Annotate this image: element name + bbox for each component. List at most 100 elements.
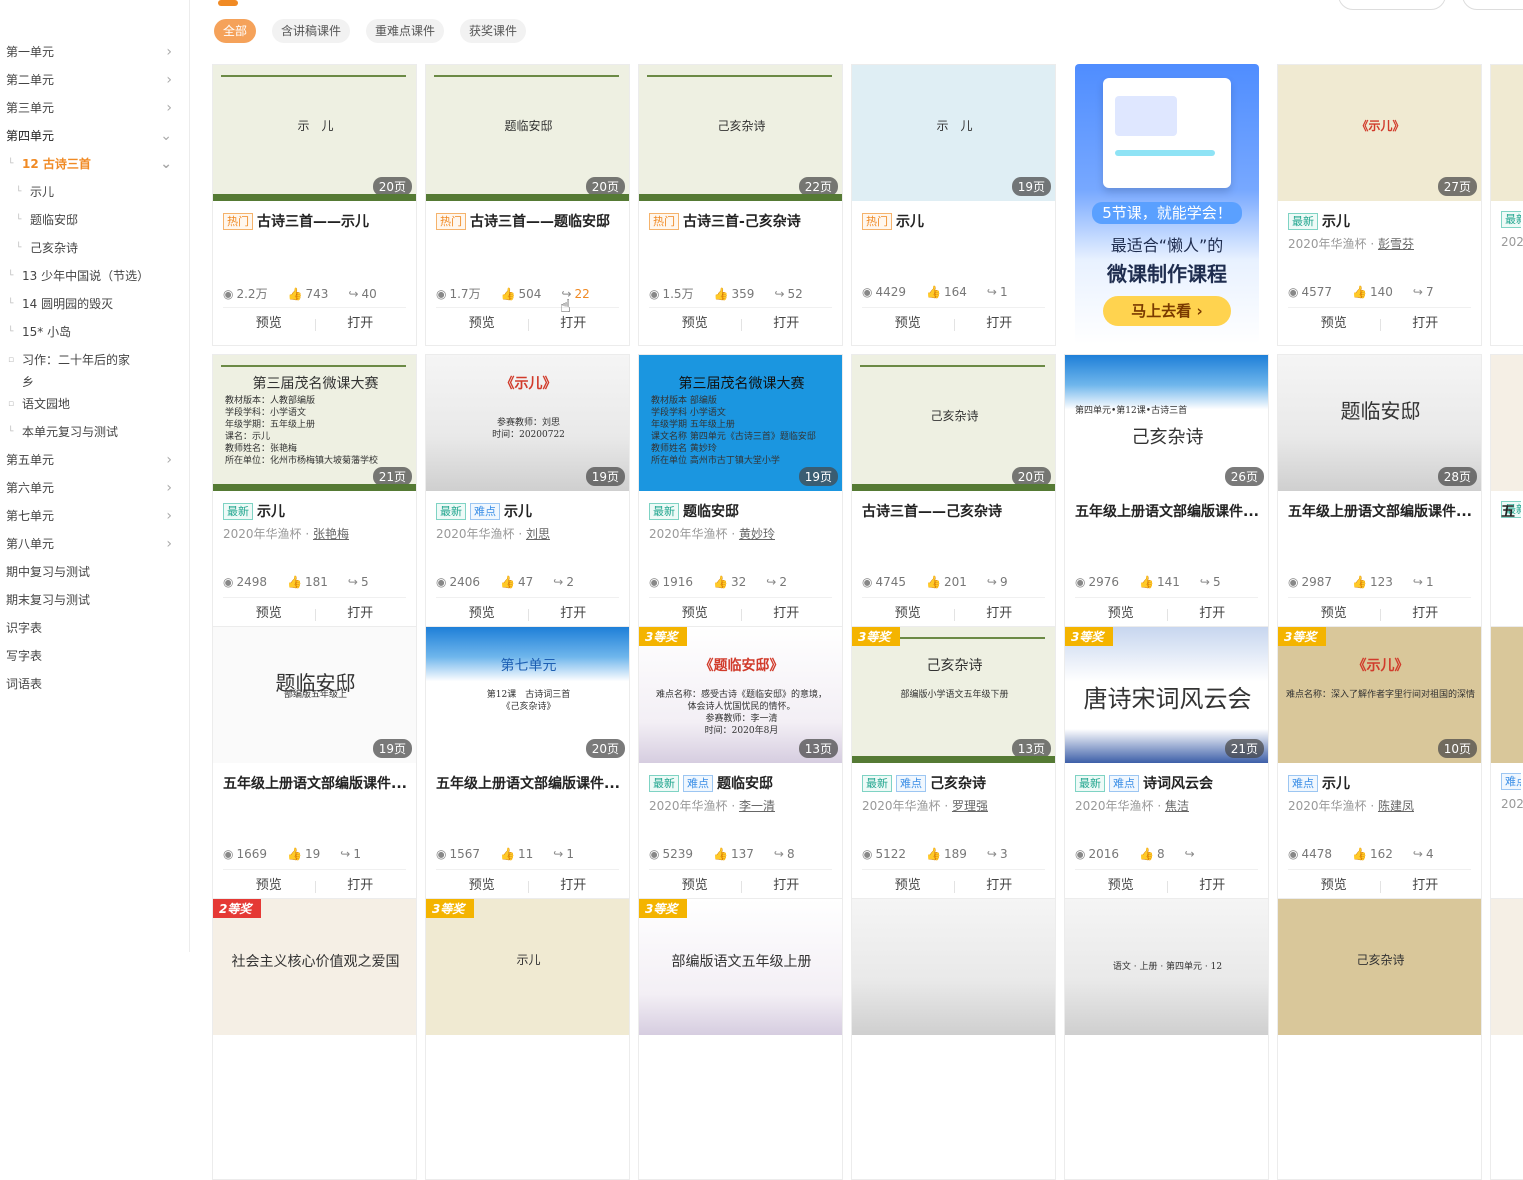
card-thumbnail[interactable]: 语文 · 上册 · 第四单元 · 12 bbox=[1065, 899, 1268, 1035]
card-thumbnail[interactable]: 部编版 bbox=[1491, 899, 1523, 1035]
card-thumbnail[interactable]: 《示儿》 难点名称：深入了解作者字里行间对祖国的深情 3等奖 10页 bbox=[1278, 627, 1481, 763]
author-link[interactable]: 焦洁 bbox=[1165, 799, 1189, 813]
sidebar-item[interactable]: 第三单元 › bbox=[0, 94, 180, 122]
card-title[interactable]: 热门 示儿 bbox=[862, 211, 1047, 231]
sidebar-item[interactable]: └ 12 古诗三首 ⌄ bbox=[0, 150, 180, 178]
card-thumbnail[interactable]: 己亥杂诗 第四单元•第12课•古诗三首 26页 bbox=[1065, 355, 1268, 491]
stat-likes[interactable]: 👍 189 bbox=[926, 847, 977, 861]
stat-likes[interactable]: 👍 8 bbox=[1139, 847, 1175, 861]
stat-likes[interactable]: 👍 201 bbox=[926, 575, 977, 589]
card-thumbnail[interactable]: 示儿 3等奖 bbox=[426, 899, 629, 1035]
stat-shares[interactable]: ↪ 5 bbox=[1200, 575, 1231, 589]
courseware-card[interactable]: 题临安邸 部编版五年级上 19页 五年级上册语文部编版课件... ◉ 1669 👍 19 ↪ 1 预… bbox=[212, 626, 417, 908]
card-title[interactable]: 最新 难点 示儿 bbox=[436, 501, 621, 521]
card-title[interactable]: 五年级上册语文部编版课件... bbox=[223, 773, 408, 793]
stat-shares[interactable]: ↪ 9 bbox=[987, 575, 1018, 589]
stat-likes[interactable]: 👍 47 bbox=[500, 575, 543, 589]
stat-likes[interactable]: 👍 140 bbox=[1352, 285, 1403, 299]
courseware-card[interactable]: 题临安邸 28页 五年级上册语文部编版课件... ◉ 2987 👍 123 ↪ 1 预览 打开 bbox=[1277, 354, 1482, 636]
courseware-card-partial[interactable]: 最新 202 bbox=[1490, 64, 1523, 346]
card-title[interactable]: 难点 示儿 bbox=[1288, 773, 1473, 793]
stat-likes[interactable]: 👍 504 bbox=[501, 287, 552, 301]
card-thumbnail[interactable]: 己亥杂诗 20页 bbox=[852, 355, 1055, 491]
courseware-card[interactable] bbox=[851, 898, 1056, 1180]
sidebar-item[interactable]: 第五单元 › bbox=[0, 446, 180, 474]
stat-likes[interactable]: 👍 11 bbox=[500, 847, 543, 861]
card-title[interactable]: 最新 示儿 bbox=[1288, 211, 1473, 231]
card-thumbnail[interactable]: 己亥杂诗 bbox=[1278, 899, 1481, 1035]
card-thumbnail[interactable]: 20年秋人 bbox=[1491, 355, 1523, 491]
sidebar-item[interactable]: 期末复习与测试 bbox=[0, 586, 180, 614]
stat-shares[interactable]: ↪ 1 bbox=[987, 285, 1018, 299]
courseware-card[interactable]: 《题临安邸》 难点名称：感受古诗《题临安邸》的意境， 体会诗人忧国忧民的情怀。 参… bbox=[638, 626, 843, 908]
stat-shares[interactable]: ↪ 2 bbox=[553, 575, 584, 589]
stat-shares[interactable]: ↪ 1 bbox=[553, 847, 584, 861]
sidebar-item[interactable]: 第六单元 › bbox=[0, 474, 180, 502]
open-button[interactable]: 打开 bbox=[954, 308, 1046, 340]
card-title[interactable]: 最新 bbox=[1501, 211, 1521, 228]
chevron-down-icon[interactable]: ⌄ bbox=[160, 150, 172, 178]
card-thumbnail[interactable]: 《题临安邸》 难点名称：感受古诗《题临安邸》的意境， 体会诗人忧国忧民的情怀。 参… bbox=[639, 627, 842, 763]
sidebar-item[interactable]: 第七单元 › bbox=[0, 502, 180, 530]
open-button[interactable]: 打开 bbox=[528, 308, 620, 340]
sidebar-item[interactable]: 期中复习与测试 bbox=[0, 558, 180, 586]
courseware-card[interactable]: 《示儿》 27页 最新 示儿 2020年华渔杯 · 彭雪芬 ◉ 4577 👍 140 ↪ 7 预览 打开 bbox=[1277, 64, 1482, 346]
author-link[interactable]: 刘思 bbox=[526, 527, 550, 541]
preview-button[interactable]: 预览 bbox=[649, 308, 741, 340]
sidebar-item[interactable]: 写字表 bbox=[0, 642, 180, 670]
sidebar-item[interactable]: ▫ 语文园地 bbox=[0, 390, 180, 418]
card-thumbnail[interactable]: 第三届茂名微课大赛 教材版本 部编版 学段学科 小学语文 年级学期 五年级上册 课… bbox=[639, 355, 842, 491]
sidebar-item[interactable]: └ 示儿 bbox=[0, 178, 180, 206]
card-thumbnail[interactable]: 第七单元 第12课 古诗词三首 《己亥杂诗》 20页 bbox=[426, 627, 629, 763]
sidebar-item[interactable]: └ 己亥杂诗 bbox=[0, 234, 180, 262]
stat-shares[interactable]: ↪ 8 bbox=[774, 847, 805, 861]
sidebar-item[interactable]: 第二单元 › bbox=[0, 66, 180, 94]
sidebar-item[interactable]: 第一单元 › bbox=[0, 38, 180, 66]
card-title[interactable]: 最新 示儿 bbox=[223, 501, 408, 521]
stat-shares[interactable]: ↪ 5 bbox=[348, 575, 379, 589]
sidebar-item[interactable]: └ 题临安邸 bbox=[0, 206, 180, 234]
preview-button[interactable]: 预览 bbox=[862, 308, 954, 340]
chevron-right-icon[interactable]: › bbox=[166, 502, 172, 530]
courseware-card[interactable]: 《示儿》 难点名称：深入了解作者字里行间对祖国的深情 3等奖 10页 难点 示儿 2020年… bbox=[1277, 626, 1482, 908]
card-title[interactable]: 最新 难点 诗词风云会 bbox=[1075, 773, 1260, 793]
courseware-card[interactable]: 示 儿 20页 热门 古诗三首——示儿 ◉ 2.2万 👍 743 ↪ 40 预览 打开 bbox=[212, 64, 417, 346]
courseware-card[interactable]: 第七单元 第12课 古诗词三首 《己亥杂诗》 20页 五年级上册语文部编版课件... ◉… bbox=[425, 626, 630, 908]
stat-shares[interactable]: ↪ 52 bbox=[774, 287, 812, 301]
courseware-card[interactable]: 己亥杂诗 22页 热门 古诗三首-己亥杂诗 ◉ 1.5万 👍 359 ↪ 52 预览 打开 bbox=[638, 64, 843, 346]
top-button[interactable] bbox=[1338, 0, 1446, 10]
author-link[interactable]: 李一清 bbox=[739, 799, 775, 813]
stat-likes[interactable]: 👍 137 bbox=[713, 847, 764, 861]
tab-filter[interactable]: 全部 bbox=[214, 19, 256, 43]
card-thumbnail[interactable]: 唐诗宋词风云会 3等奖 21页 bbox=[1065, 627, 1268, 763]
author-link[interactable]: 罗理强 bbox=[952, 799, 988, 813]
stat-shares[interactable]: ↪ 4 bbox=[1413, 847, 1444, 861]
stat-shares[interactable]: ↪ 1 bbox=[340, 847, 371, 861]
stat-shares[interactable]: ↪ bbox=[1185, 847, 1208, 861]
top-button[interactable] bbox=[1462, 0, 1523, 10]
stat-shares[interactable]: ↪ 40 bbox=[348, 287, 386, 301]
stat-likes[interactable]: 👍 359 bbox=[714, 287, 765, 301]
card-title[interactable]: 古诗三首——己亥杂诗 bbox=[862, 501, 1047, 521]
courseware-card-partial[interactable]: 20年秋人最新五 bbox=[1490, 354, 1523, 636]
card-thumbnail[interactable]: 《示儿》 27页 bbox=[1278, 65, 1481, 201]
open-button[interactable]: 打开 bbox=[741, 308, 833, 340]
open-button[interactable]: 打开 bbox=[315, 308, 407, 340]
tab-filter[interactable]: 重难点课件 bbox=[366, 19, 444, 43]
chevron-right-icon[interactable]: › bbox=[166, 474, 172, 502]
courseware-card[interactable]: 己亥杂诗 20页 古诗三首——己亥杂诗 ◉ 4745 👍 201 ↪ 9 预览 打开 bbox=[851, 354, 1056, 636]
stat-likes[interactable]: 👍 123 bbox=[1352, 575, 1403, 589]
courseware-card[interactable]: 第三届茂名微课大赛 教材版本 部编版 学段学科 小学语文 年级学期 五年级上册 课… bbox=[638, 354, 843, 636]
chevron-down-icon[interactable]: ⌄ bbox=[160, 122, 172, 150]
sidebar-item[interactable]: 第八单元 › bbox=[0, 530, 180, 558]
chevron-right-icon[interactable]: › bbox=[166, 94, 172, 122]
preview-button[interactable]: 预览 bbox=[223, 308, 315, 340]
open-button[interactable]: 打开 bbox=[1380, 308, 1472, 340]
card-title[interactable]: 五年级上册语文部编版课件... bbox=[436, 773, 621, 793]
sidebar-item[interactable]: └ 15* 小岛 bbox=[0, 318, 180, 346]
courseware-card[interactable]: 语文 · 上册 · 第四单元 · 12 bbox=[1064, 898, 1269, 1180]
chevron-right-icon[interactable]: › bbox=[166, 446, 172, 474]
preview-button[interactable]: 预览 bbox=[1288, 308, 1380, 340]
author-link[interactable]: 陈建凤 bbox=[1378, 799, 1414, 813]
stat-likes[interactable]: 👍 32 bbox=[713, 575, 756, 589]
